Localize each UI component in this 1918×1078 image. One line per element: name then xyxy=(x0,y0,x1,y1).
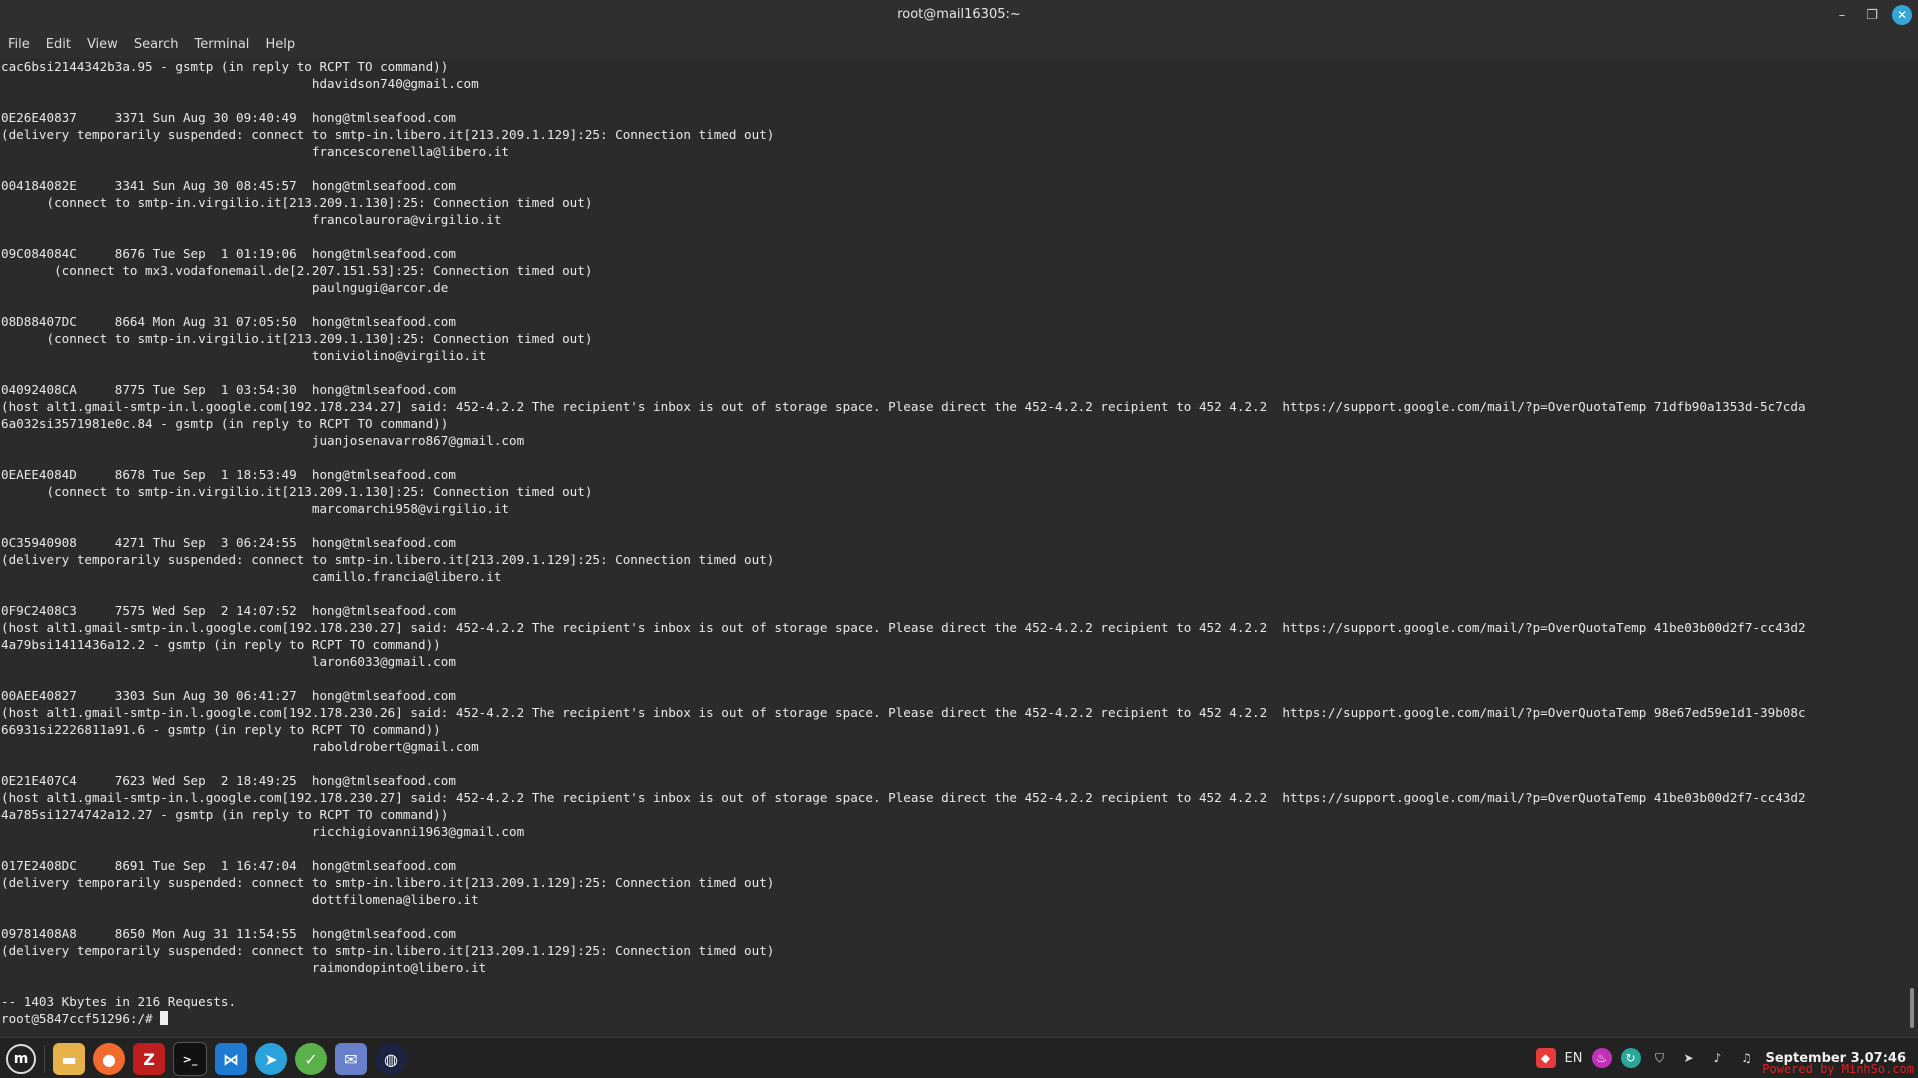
title-bar: root@mail16305:~ – ❐ ✕ xyxy=(0,0,1918,30)
sync-icon[interactable]: ↻ xyxy=(1620,1048,1641,1068)
terminal-line: toniviolino@virgilio.it xyxy=(1,348,487,363)
terminal-line: (host alt1.gmail-smtp-in.l.google.com[19… xyxy=(1,790,1806,805)
terminal-line: hdavidson740@gmail.com xyxy=(1,76,479,91)
shell-prompt[interactable]: root@5847ccf51296:/# xyxy=(1,1011,160,1026)
terminal-line: dottfilomena@libero.it xyxy=(1,892,479,907)
terminal-line: (host alt1.gmail-smtp-in.l.google.com[19… xyxy=(1,705,1806,720)
terminal-line: 66931si2226811a91.6 - gsmtp (in reply to… xyxy=(1,722,441,737)
terminal-line: francolaurora@virgilio.it xyxy=(1,212,502,227)
menu-edit[interactable]: Edit xyxy=(46,37,71,52)
window-controls: – ❐ ✕ xyxy=(1832,5,1912,25)
terminal-line: (delivery temporarily suspended: connect… xyxy=(1,875,775,890)
terminal-line: (connect to mx3.vodafonemail.de[2.207.15… xyxy=(1,263,593,278)
menu-bar: File Edit View Search Terminal Help xyxy=(0,30,1918,58)
terminal-line: 0C35940908 4271 Thu Sep 3 06:24:55 hong@… xyxy=(1,535,456,550)
terminal-line: 00AEE40827 3303 Sun Aug 30 06:41:27 hong… xyxy=(1,688,456,703)
keyboard-layout[interactable]: EN xyxy=(1565,1051,1583,1066)
terminal-line: raboldrobert@gmail.com xyxy=(1,739,479,754)
terminal-line: camillo.francia@libero.it xyxy=(1,569,502,584)
terminal-line: 4a785si1274742a12.27 - gsmtp (in reply t… xyxy=(1,807,449,822)
menu-terminal[interactable]: Terminal xyxy=(194,37,249,52)
terminal-line: (host alt1.gmail-smtp-in.l.google.com[19… xyxy=(1,620,1806,635)
scrollbar[interactable] xyxy=(1910,988,1914,1028)
terminal-line: 04092408CA 8775 Tue Sep 1 03:54:30 hong@… xyxy=(1,382,456,397)
terminal-output[interactable]: cac6bsi2144342b3a.95 - gsmtp (in reply t… xyxy=(0,58,1918,1037)
terminal-line: 6a032si3571981e0c.84 - gsmtp (in reply t… xyxy=(1,416,449,431)
terminal-line: 09C084084C 8676 Tue Sep 1 01:19:06 hong@… xyxy=(1,246,456,261)
terminal-icon[interactable]: >_ xyxy=(173,1042,207,1076)
terminal-line: ricchigiovanni1963@gmail.com xyxy=(1,824,525,839)
terminal-line: 004184082E 3341 Sun Aug 30 08:45:57 hong… xyxy=(1,178,456,193)
app-dark-icon[interactable]: ◍ xyxy=(375,1043,407,1075)
terminal-line: 017E2408DC 8691 Tue Sep 1 16:47:04 hong@… xyxy=(1,858,456,873)
minimize-icon[interactable]: – xyxy=(1832,5,1852,25)
terminal-line: (delivery temporarily suspended: connect… xyxy=(1,943,775,958)
mail-icon[interactable]: ✉ xyxy=(335,1043,367,1075)
terminal-line: 4a79bsi1411436a12.2 - gsmtp (in reply to… xyxy=(1,637,441,652)
terminal-text: cac6bsi2144342b3a.95 - gsmtp (in reply t… xyxy=(1,58,1806,1027)
menu-help[interactable]: Help xyxy=(265,37,295,52)
terminal-line: 0F9C2408C3 7575 Wed Sep 2 14:07:52 hong@… xyxy=(1,603,456,618)
terminal-line: (delivery temporarily suspended: connect… xyxy=(1,127,775,142)
shield-icon[interactable]: ⛉ xyxy=(1650,1048,1670,1068)
taskbar-separator xyxy=(44,1045,45,1073)
terminal-line: 0E21E407C4 7623 Wed Sep 2 18:49:25 hong@… xyxy=(1,773,456,788)
terminal-line: paulngugi@arcor.de xyxy=(1,280,449,295)
vscode-icon[interactable]: ⋈ xyxy=(215,1043,247,1075)
menu-search[interactable]: Search xyxy=(134,37,179,52)
terminal-line: 08D88407DC 8664 Mon Aug 31 07:05:50 hong… xyxy=(1,314,456,329)
terminal-line: cac6bsi2144342b3a.95 - gsmtp (in reply t… xyxy=(1,59,449,74)
maximize-icon[interactable]: ❐ xyxy=(1862,5,1882,25)
flame-icon[interactable]: ♨ xyxy=(1591,1048,1612,1068)
terminal-line: (host alt1.gmail-smtp-in.l.google.com[19… xyxy=(1,399,1806,414)
terminal-line: (delivery temporarily suspended: connect… xyxy=(1,552,775,567)
terminal-line: (connect to smtp-in.virgilio.it[213.209.… xyxy=(1,484,593,499)
window-title: root@mail16305:~ xyxy=(897,7,1021,22)
watermark-text: Powered by MinhSo.com xyxy=(1762,1062,1914,1076)
terminal-line: raimondopinto@libero.it xyxy=(1,960,487,975)
terminal-line: (connect to smtp-in.virgilio.it[213.209.… xyxy=(1,195,593,210)
terminal-line: -- 1403 Kbytes in 216 Requests. xyxy=(1,994,237,1009)
terminal-line: 0E26E40837 3371 Sun Aug 30 09:40:49 hong… xyxy=(1,110,456,125)
terminal-line: 09781408A8 8650 Mon Aug 31 11:54:55 hong… xyxy=(1,926,456,941)
filezilla-icon[interactable]: Z xyxy=(133,1043,165,1075)
terminal-line: marcomarchi958@virgilio.it xyxy=(1,501,509,516)
anydesk-icon[interactable]: ◆ xyxy=(1535,1048,1556,1068)
close-icon[interactable]: ✕ xyxy=(1892,5,1912,25)
terminal-line: 0EAEE4084D 8678 Tue Sep 1 18:53:49 hong@… xyxy=(1,467,456,482)
text-cursor xyxy=(160,1011,169,1025)
firefox-icon[interactable]: ● xyxy=(93,1043,125,1075)
files-icon[interactable]: ▬ xyxy=(53,1043,85,1075)
app-green-icon[interactable]: ✓ xyxy=(295,1043,327,1075)
telegram-icon[interactable]: ➤ xyxy=(255,1043,287,1075)
notification-icon[interactable]: ♪ xyxy=(1708,1048,1728,1068)
menu-file[interactable]: File xyxy=(8,37,30,52)
telegram-tray-icon[interactable]: ➤ xyxy=(1679,1048,1699,1068)
mint-menu-icon[interactable]: m xyxy=(6,1044,36,1074)
terminal-line: laron6033@gmail.com xyxy=(1,654,456,669)
terminal-line: francescorenella@libero.it xyxy=(1,144,509,159)
menu-view[interactable]: View xyxy=(87,37,118,52)
taskbar-apps: m ▬ ● Z >_ ⋈ ➤ ✓ ✉ ◍ xyxy=(6,1042,407,1076)
taskbar: m ▬ ● Z >_ ⋈ ➤ ✓ ✉ ◍ ◆ EN ♨ ↻ ⛉ ➤ ♪ ♫ Se… xyxy=(0,1037,1918,1078)
terminal-line: (connect to smtp-in.virgilio.it[213.209.… xyxy=(1,331,593,346)
sound-icon[interactable]: ♫ xyxy=(1737,1048,1757,1068)
terminal-line: juanjosenavarro867@gmail.com xyxy=(1,433,525,448)
